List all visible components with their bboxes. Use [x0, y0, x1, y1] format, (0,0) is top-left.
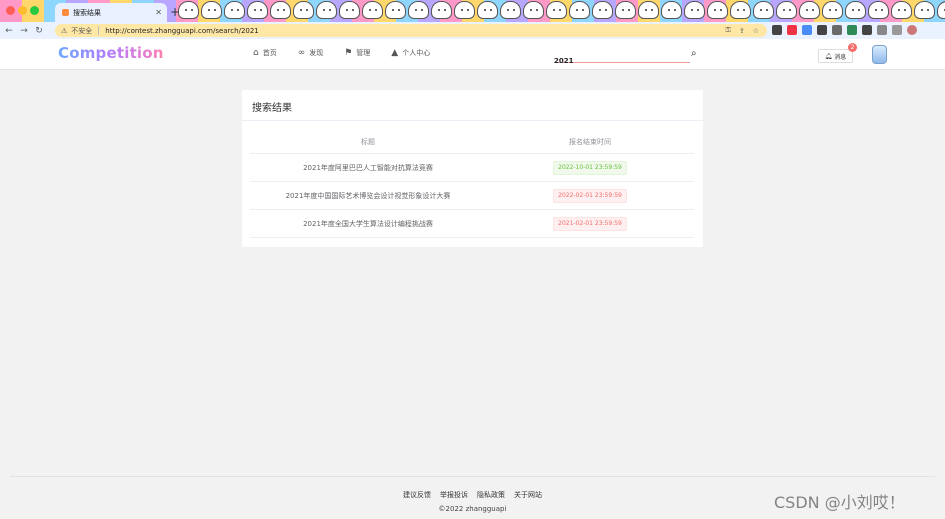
reload-icon[interactable]: ↻ [33, 26, 45, 36]
extension-icon[interactable] [847, 25, 857, 35]
nav-label: 首页 [262, 49, 277, 57]
bell-icon: 🔔︎ [824, 52, 833, 60]
share-icon[interactable]: ⇪ [739, 27, 745, 35]
maximize-window-button[interactable] [30, 6, 39, 15]
nav-manage[interactable]: ⚑ 管理 [344, 48, 370, 58]
table-row[interactable]: 2021年度全国大学生算法设计编程挑战赛 2021-02-01 23:59:59 [250, 210, 694, 238]
extensions-bar [772, 25, 917, 35]
minimize-window-button[interactable] [18, 6, 27, 15]
footer-link-feedback[interactable]: 建议反馈 [403, 490, 431, 500]
browser-toolbar: ← → ↻ ⚠ 不安全 http://contest.zhangguapi.co… [0, 22, 945, 39]
deadline-tag: 2022-02-01 23:59:59 [553, 188, 627, 203]
favicon-icon [62, 9, 69, 16]
close-window-button[interactable] [6, 6, 15, 15]
profile-icon[interactable] [907, 25, 917, 35]
search-results-card: 搜索结果 标题 报名结束时间 2021年度阿里巴巴人工智能对抗算法竞赛 2022… [242, 90, 703, 247]
address-url: http://contest.zhangguapi.com/search/202… [105, 26, 259, 35]
back-arrow-icon[interactable]: ← [3, 26, 15, 36]
extension-icon[interactable] [817, 25, 827, 35]
extension-icon[interactable] [892, 25, 902, 35]
nav-label: 管理 [356, 49, 371, 57]
infinity-icon: ∞ [297, 48, 306, 58]
main-nav: ⌂ 首页 ∞ 发现 ⚑ 管理 ▲ 个人中心 [253, 48, 430, 58]
extension-icon[interactable] [877, 25, 887, 35]
column-header-deadline: 报名结束时间 [569, 138, 611, 146]
nav-label: 发现 [309, 49, 324, 57]
deadline-tag: 2022-10-01 23:59:59 [553, 160, 627, 175]
key-icon[interactable]: ⚿ [726, 26, 731, 35]
table-row[interactable]: 2021年度阿里巴巴人工智能对抗算法竞赛 2022-10-01 23:59:59 [250, 154, 694, 182]
nav-profile[interactable]: ▲ 个人中心 [391, 48, 430, 58]
tab-title: 搜索结果 [73, 8, 101, 17]
extension-icon[interactable] [787, 25, 797, 35]
tab-close-icon[interactable]: ✕ [155, 8, 162, 17]
table-header: 标题 报名结束时间 [250, 131, 694, 154]
site-logo[interactable]: Competition [58, 44, 164, 62]
extension-icon[interactable] [802, 25, 812, 35]
competition-title[interactable]: 2021年度阿里巴巴人工智能对抗算法竞赛 [250, 163, 486, 173]
footer-link-privacy[interactable]: 隐私政策 [477, 490, 505, 500]
nav-home[interactable]: ⌂ 首页 [253, 48, 277, 58]
watermark: CSDN @小刘哎！ [774, 493, 905, 512]
site-header: Competition ⌂ 首页 ∞ 发现 ⚑ 管理 ▲ 个人中心 ⌕ 🔔︎ 消… [0, 39, 945, 70]
warning-icon: ⚠ [61, 26, 68, 35]
column-header-title: 标题 [361, 138, 375, 146]
extension-icon[interactable] [772, 25, 782, 35]
home-icon: ⌂ [253, 48, 259, 58]
table-row[interactable]: 2021年度中国国际艺术博览会设计视觉形象设计大赛 2022-02-01 23:… [250, 182, 694, 210]
results-table: 标题 报名结束时间 2021年度阿里巴巴人工智能对抗算法竞赛 2022-10-0… [250, 131, 694, 238]
nav-discover[interactable]: ∞ 发现 [298, 48, 324, 58]
insecure-label: 不安全 [71, 26, 93, 35]
competition-title[interactable]: 2021年度中国国际艺术博览会设计视觉形象设计大赛 [250, 191, 486, 201]
message-badge: 2 [848, 43, 857, 52]
deadline-tag: 2021-02-01 23:59:59 [553, 216, 627, 231]
extension-icon[interactable] [862, 25, 872, 35]
avatar[interactable] [872, 45, 887, 64]
search-input[interactable] [554, 54, 674, 68]
footer-divider [10, 476, 935, 477]
message-button[interactable]: 🔔︎ 消息 [818, 49, 853, 63]
search-icon[interactable]: ⌕ [691, 48, 697, 59]
message-label: 消息 [834, 53, 847, 61]
theme-clouds [178, 1, 945, 21]
footer-link-about[interactable]: 关于网站 [514, 490, 542, 500]
nav-label: 个人中心 [402, 49, 431, 57]
browser-tab[interactable]: 搜索结果 ✕ [55, 3, 167, 22]
extension-icon[interactable] [832, 25, 842, 35]
graduation-cap-icon: ▲ [391, 48, 399, 58]
search-box [554, 48, 690, 68]
browser-tab-strip: 搜索结果 ✕ + [0, 0, 945, 22]
footer-link-report[interactable]: 举报投诉 [440, 490, 468, 500]
forward-arrow-icon[interactable]: → [18, 26, 30, 36]
flag-icon: ⚑ [344, 48, 353, 58]
star-icon[interactable]: ☆ [753, 27, 759, 35]
address-bar[interactable]: ⚠ 不安全 http://contest.zhangguapi.com/sear… [55, 24, 767, 37]
page-title: 搜索结果 [252, 103, 292, 114]
competition-title[interactable]: 2021年度全国大学生算法设计编程挑战赛 [250, 219, 486, 229]
